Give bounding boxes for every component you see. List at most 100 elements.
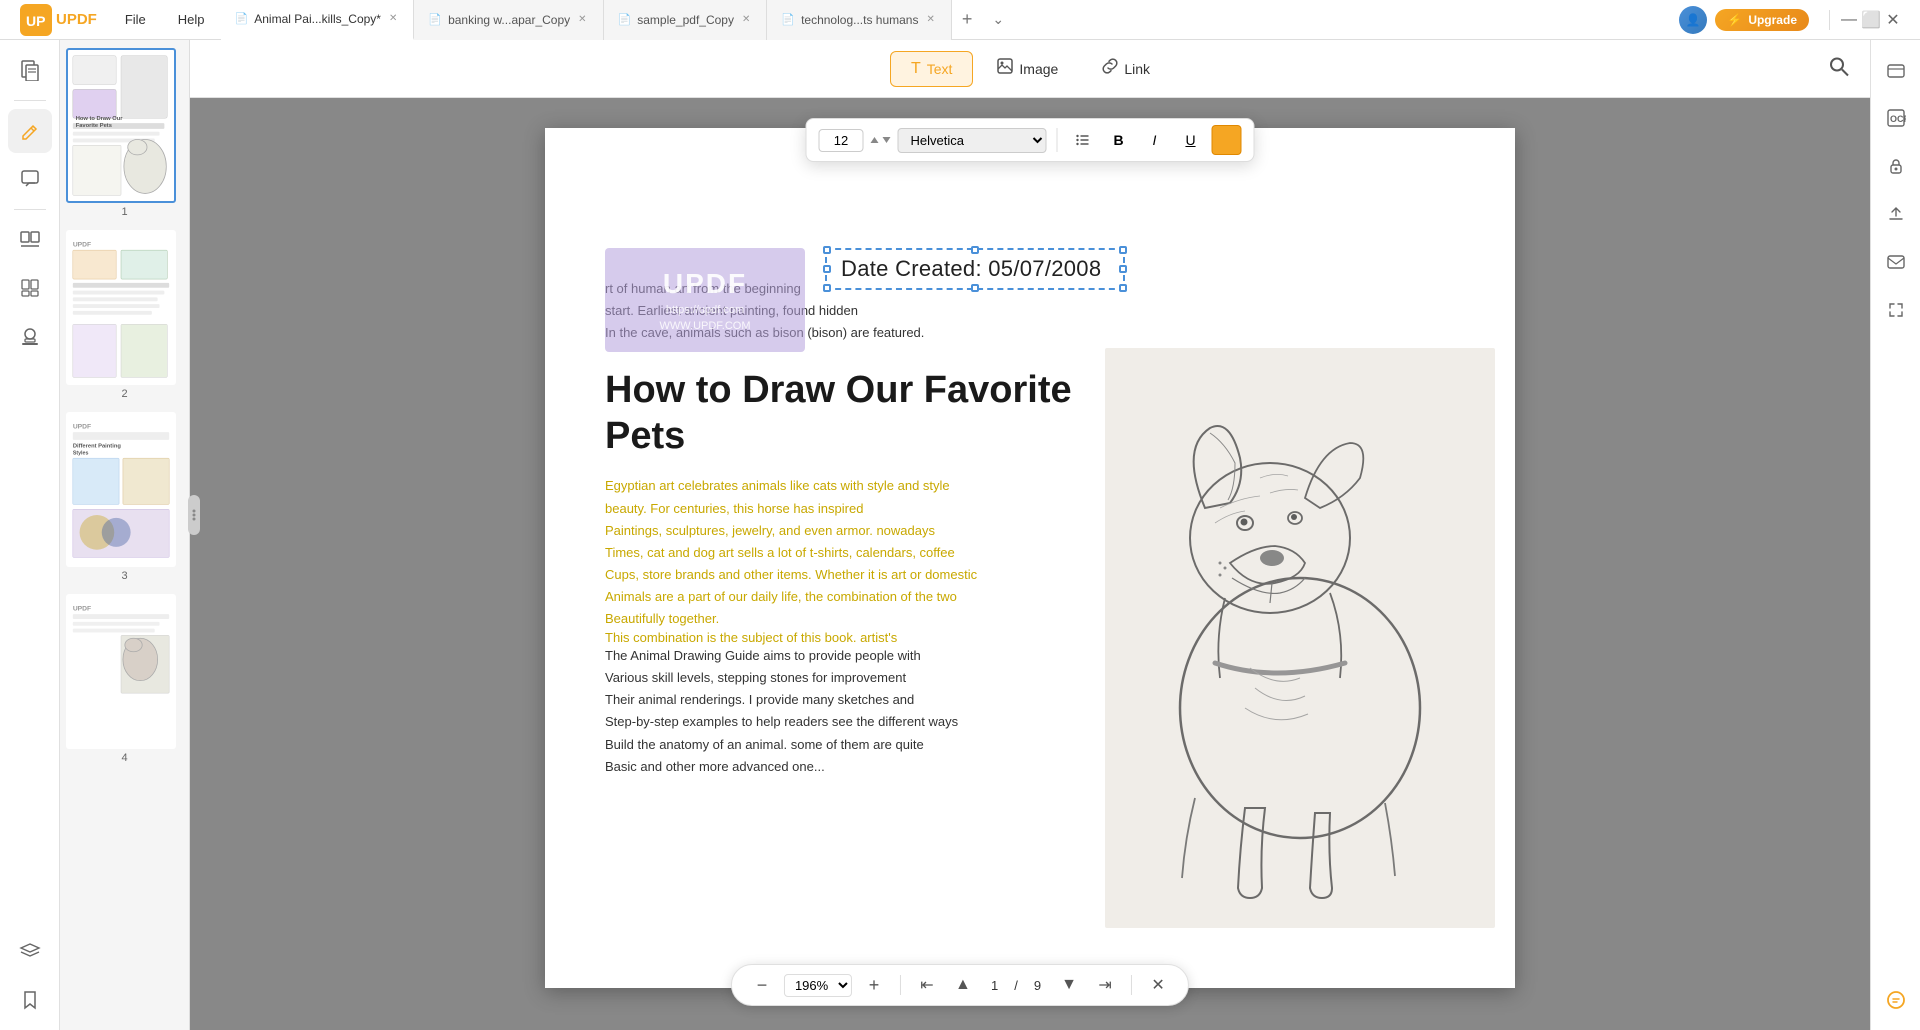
sidebar-icon-stamp[interactable] bbox=[8, 314, 52, 358]
search-top-icon[interactable] bbox=[1828, 55, 1850, 77]
svg-text:OCR: OCR bbox=[1890, 114, 1906, 124]
watermark-url: https://updf.com bbox=[629, 304, 781, 316]
sidebar-right-icon-compress[interactable] bbox=[1874, 288, 1918, 332]
italic-button[interactable]: I bbox=[1140, 125, 1170, 155]
zoom-out-button[interactable]: − bbox=[748, 971, 776, 999]
resize-handle-tl[interactable] bbox=[823, 246, 831, 254]
svg-text:UPDF: UPDF bbox=[73, 605, 91, 612]
tool-text-button[interactable]: T Text bbox=[890, 51, 973, 87]
date-text-content: Date Created: 05/07/2008 bbox=[841, 256, 1109, 282]
tab-technology[interactable]: 📄 technolog...ts humans ✕ bbox=[767, 0, 952, 40]
page-separator: / bbox=[1008, 978, 1024, 993]
text-tool-icon: T bbox=[911, 60, 921, 78]
maximize-button[interactable]: ⬜ bbox=[1864, 13, 1878, 27]
window-controls: 👤 ⚡ Upgrade — ⬜ ✕ bbox=[1667, 6, 1912, 34]
sidebar-icon-edit[interactable] bbox=[8, 109, 52, 153]
sidebar-right-icon-ocr[interactable]: OCR bbox=[1874, 96, 1918, 140]
total-pages: 9 bbox=[1028, 978, 1047, 993]
sidebar-icon-organize[interactable] bbox=[8, 218, 52, 262]
resize-handle-br[interactable] bbox=[1119, 284, 1127, 292]
resize-handle-mr[interactable] bbox=[1119, 265, 1127, 273]
sidebar-divider-1 bbox=[14, 100, 46, 101]
svg-text:UPDF: UPDF bbox=[73, 423, 91, 430]
tab-sample[interactable]: 📄 sample_pdf_Copy ✕ bbox=[604, 0, 768, 40]
close-button[interactable]: ✕ bbox=[1886, 13, 1900, 27]
sidebar-icon-pages2[interactable] bbox=[8, 266, 52, 310]
image-tool-icon bbox=[997, 58, 1013, 79]
tab-add-button[interactable]: + bbox=[952, 9, 983, 30]
bullet-list-button[interactable] bbox=[1068, 125, 1098, 155]
underline-button[interactable]: U bbox=[1176, 125, 1206, 155]
sidebar-right-icon-lock[interactable] bbox=[1874, 144, 1918, 188]
tab-banking[interactable]: 📄 banking w...apar_Copy ✕ bbox=[414, 0, 603, 40]
page-indicator-group: 1 / 9 bbox=[985, 978, 1047, 993]
thumbnail-2[interactable]: UPDF 2 bbox=[66, 230, 183, 400]
close-toolbar-button[interactable]: ✕ bbox=[1144, 971, 1172, 999]
sidebar-icon-layers[interactable] bbox=[8, 930, 52, 974]
sidebar-icon-pages[interactable] bbox=[8, 48, 52, 92]
tool-image-button[interactable]: Image bbox=[977, 50, 1078, 87]
prev-page-button[interactable]: ▲ bbox=[949, 971, 977, 999]
tool-link-button[interactable]: Link bbox=[1082, 50, 1170, 87]
body-para6: Basic and other more advanced one... bbox=[605, 756, 1105, 778]
resize-handle-bm[interactable] bbox=[971, 284, 979, 292]
color-swatch[interactable] bbox=[1212, 125, 1242, 155]
svg-text:Favorite Pets: Favorite Pets bbox=[76, 123, 112, 129]
sidebar-icon-comment[interactable] bbox=[8, 157, 52, 201]
font-size-input[interactable] bbox=[819, 129, 864, 152]
sidebar-divider-2 bbox=[14, 209, 46, 210]
editing-toolbar: T Text Image Link bbox=[190, 40, 1870, 98]
sidebar-icon-bookmark[interactable] bbox=[8, 978, 52, 1022]
tab-close-2[interactable]: ✕ bbox=[740, 12, 752, 27]
tab-close-3[interactable]: ✕ bbox=[924, 12, 936, 27]
panel-expand-handle[interactable] bbox=[188, 495, 200, 535]
thumbnail-4[interactable]: UPDF 4 bbox=[66, 594, 183, 764]
tab-animal[interactable]: 📄 Animal Pai...kills_Copy* ✕ bbox=[221, 0, 415, 40]
zoom-display: 196% 100% 150% 200% bbox=[784, 974, 852, 997]
body-para2: Various skill levels, stepping stones fo… bbox=[605, 667, 1105, 689]
first-page-button[interactable]: ⇤ bbox=[913, 971, 941, 999]
dog-image bbox=[1105, 348, 1495, 928]
menu-help[interactable]: Help bbox=[162, 0, 221, 40]
resize-handle-bl[interactable] bbox=[823, 284, 831, 292]
last-page-button[interactable]: ⇥ bbox=[1091, 971, 1119, 999]
zoom-in-button[interactable]: + bbox=[860, 971, 888, 999]
tab-overflow-button[interactable]: ⌄ bbox=[982, 11, 1014, 28]
link-tool-icon bbox=[1102, 58, 1118, 79]
zoom-select[interactable]: 196% 100% 150% 200% bbox=[784, 974, 852, 997]
current-page: 1 bbox=[985, 978, 1004, 993]
upgrade-button[interactable]: ⚡ Upgrade bbox=[1715, 9, 1809, 31]
thumbnail-panel: How to Draw Our Favorite Pets 1 UPDF bbox=[60, 40, 190, 1030]
svg-text:Different Painting: Different Painting bbox=[73, 444, 122, 450]
menu-file[interactable]: File bbox=[109, 0, 162, 40]
bar-separator-1 bbox=[900, 975, 901, 995]
date-textbox[interactable]: Date Created: 05/07/2008 bbox=[825, 248, 1125, 290]
highlight-paragraph: Egyptian art celebrates animals like cat… bbox=[605, 475, 1105, 630]
font-name-select[interactable]: Helvetica Arial Times New Roman bbox=[898, 128, 1047, 153]
user-avatar[interactable]: 👤 bbox=[1679, 6, 1707, 34]
sidebar-right-icon-mail[interactable] bbox=[1874, 240, 1918, 284]
sidebar-right: OCR bbox=[1870, 40, 1920, 1030]
thumb-num-4: 4 bbox=[66, 752, 183, 764]
resize-handle-ml[interactable] bbox=[823, 265, 831, 273]
sidebar-right-icon-layers[interactable] bbox=[1874, 48, 1918, 92]
bottom-bar: − 196% 100% 150% 200% + ⇤ ▲ 1 / 9 ▼ ⇥ ✕ bbox=[731, 964, 1189, 1006]
watermark-overlay: UPDF https://updf.com WWW.UPDF.COM bbox=[605, 248, 805, 352]
sidebar-right-icon-chat[interactable] bbox=[1874, 978, 1918, 1022]
thumb-num-1: 1 bbox=[66, 206, 183, 218]
tab-close-1[interactable]: ✕ bbox=[576, 12, 588, 27]
body-para3: Their animal renderings. I provide many … bbox=[605, 689, 1105, 711]
font-size-arrows[interactable] bbox=[870, 135, 892, 145]
section-title: How to Draw Our Favorite Pets bbox=[605, 368, 1105, 459]
resize-handle-tm[interactable] bbox=[971, 246, 979, 254]
minimize-button[interactable]: — bbox=[1842, 13, 1856, 27]
next-page-button[interactable]: ▼ bbox=[1055, 971, 1083, 999]
thumbnail-3[interactable]: UPDF Different Painting Styles 3 bbox=[66, 412, 183, 582]
resize-handle-tr[interactable] bbox=[1119, 246, 1127, 254]
updf-logo[interactable]: UP UPDF bbox=[8, 4, 109, 36]
bold-button[interactable]: B bbox=[1104, 125, 1134, 155]
tab-close-0[interactable]: ✕ bbox=[387, 11, 399, 26]
pdf-page: UPDF https://updf.com WWW.UPDF.COM Date … bbox=[545, 128, 1515, 988]
sidebar-right-icon-upload[interactable] bbox=[1874, 192, 1918, 236]
thumbnail-1[interactable]: How to Draw Our Favorite Pets 1 bbox=[66, 48, 183, 218]
